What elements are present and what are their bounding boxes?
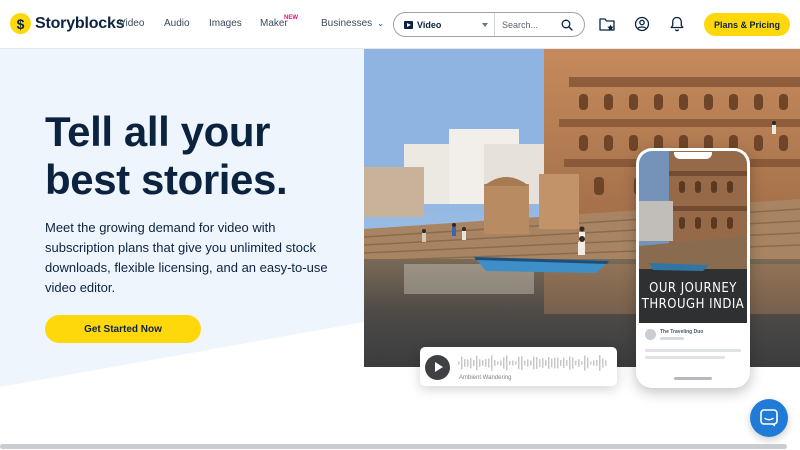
phone-title-line-2: THROUGH INDIA (641, 297, 745, 312)
waveform-graphic (458, 355, 607, 371)
waveform-bar (551, 358, 553, 368)
get-started-button[interactable]: Get Started Now (45, 315, 201, 343)
headline-line-2: best stories. (45, 156, 288, 203)
waveform-bar (500, 360, 502, 366)
logo-text: Storyblocks (35, 14, 125, 32)
nav-link-businesses[interactable]: Businesses ⌄ (321, 18, 384, 29)
chat-icon (760, 409, 778, 427)
profile-name: The Traveling Duo (660, 329, 704, 335)
headline-line-1: Tell all your (45, 108, 271, 155)
waveform-bar (458, 361, 460, 365)
waveform-bar (461, 356, 463, 370)
nav-link-video[interactable]: Video (119, 18, 144, 29)
hero-subtext: Meet the growing demand for video with s… (45, 220, 328, 295)
chat-support-button[interactable] (750, 399, 788, 437)
waveform-bar (581, 361, 583, 365)
waveform-bar (530, 360, 532, 366)
logo-mark: $ (10, 13, 31, 34)
waveform-bar (464, 359, 466, 367)
bell-icon[interactable] (668, 15, 686, 33)
phone-notch (674, 152, 712, 159)
waveform-bar (578, 359, 580, 367)
new-badge: NEW (284, 15, 298, 21)
nav-link-businesses-label: Businesses (321, 18, 373, 29)
waveform-bar (545, 360, 547, 366)
search-type-dropdown[interactable]: Video (394, 13, 495, 36)
waveform-bar (509, 360, 511, 366)
top-navbar: $ Storyblocks Video Audio Images Maker N… (0, 0, 800, 49)
caret-down-icon (482, 23, 488, 27)
phone-video-title: OUR JOURNEY THROUGH INDIA (636, 281, 750, 313)
waveform-bar (506, 355, 508, 371)
collections-star-icon[interactable] (598, 15, 616, 33)
phone-title-line-1: OUR JOURNEY (649, 281, 737, 296)
search-icon[interactable] (561, 19, 573, 31)
video-icon (404, 20, 413, 29)
profile-subtitle-placeholder (660, 337, 684, 340)
waveform-bar (548, 357, 550, 369)
audio-track-title: Ambient Wandering (459, 375, 512, 381)
chevron-down-icon: ⌄ (377, 19, 384, 28)
waveform-bar (536, 357, 538, 369)
phone-home-indicator (674, 377, 712, 380)
nav-link-maker[interactable]: Maker NEW (260, 15, 298, 29)
waveform-bar (497, 361, 499, 365)
waveform-bar (554, 357, 556, 369)
waveform-bar (494, 359, 496, 367)
text-placeholder-line (645, 349, 741, 352)
phone-mockup: OUR JOURNEY THROUGH INDIA The Traveling … (636, 148, 750, 388)
storyblocks-logo[interactable]: $ Storyblocks (10, 13, 125, 34)
waveform-bar (527, 359, 529, 367)
horizontal-scrollbar[interactable] (0, 444, 787, 449)
waveform-bar (521, 356, 523, 370)
nav-link-audio[interactable]: Audio (164, 18, 190, 29)
waveform-bar (491, 355, 493, 371)
search-type-label: Video (417, 19, 442, 30)
waveform-bar (467, 359, 469, 367)
text-placeholder-line (645, 356, 725, 359)
waveform-bar (473, 359, 475, 367)
waveform-bar (593, 360, 595, 366)
waveform-bar (557, 357, 559, 369)
waveform-bar (482, 360, 484, 366)
plans-pricing-button[interactable]: Plans & Pricing (704, 13, 790, 36)
avatar (645, 329, 656, 340)
waveform-bar (566, 360, 568, 366)
waveform-bar (470, 357, 472, 369)
waveform-bar (542, 358, 544, 368)
waveform-bar (518, 356, 520, 370)
play-icon[interactable] (425, 355, 450, 380)
search-bar: Video (393, 12, 585, 37)
audio-player-card: Ambient Wandering (420, 347, 617, 386)
waveform-bar (539, 359, 541, 367)
waveform-bar (512, 360, 514, 366)
search-input[interactable] (502, 19, 562, 30)
waveform-bar (599, 355, 601, 371)
waveform-bar (515, 361, 517, 365)
waveform-bar (503, 357, 505, 369)
nav-link-images[interactable]: Images (209, 18, 242, 29)
waveform-bar (533, 356, 535, 370)
waveform-bar (602, 358, 604, 368)
waveform-bar (587, 357, 589, 369)
waveform-bar (524, 360, 526, 366)
waveform-bar (479, 359, 481, 367)
waveform-bar (584, 355, 586, 371)
waveform-bar (563, 357, 565, 369)
waveform-bar (605, 360, 607, 366)
waveform-bar (575, 360, 577, 366)
waveform-bar (488, 358, 490, 368)
waveform-bar (476, 355, 478, 371)
waveform-bar (572, 357, 574, 369)
waveform-bar (590, 361, 592, 365)
waveform-bar (596, 360, 598, 366)
waveform-bar (560, 360, 562, 366)
waveform-bar (569, 356, 571, 370)
account-icon[interactable] (633, 15, 651, 33)
waveform-bar (485, 359, 487, 367)
hero-headline: Tell all your best stories. (45, 108, 345, 204)
